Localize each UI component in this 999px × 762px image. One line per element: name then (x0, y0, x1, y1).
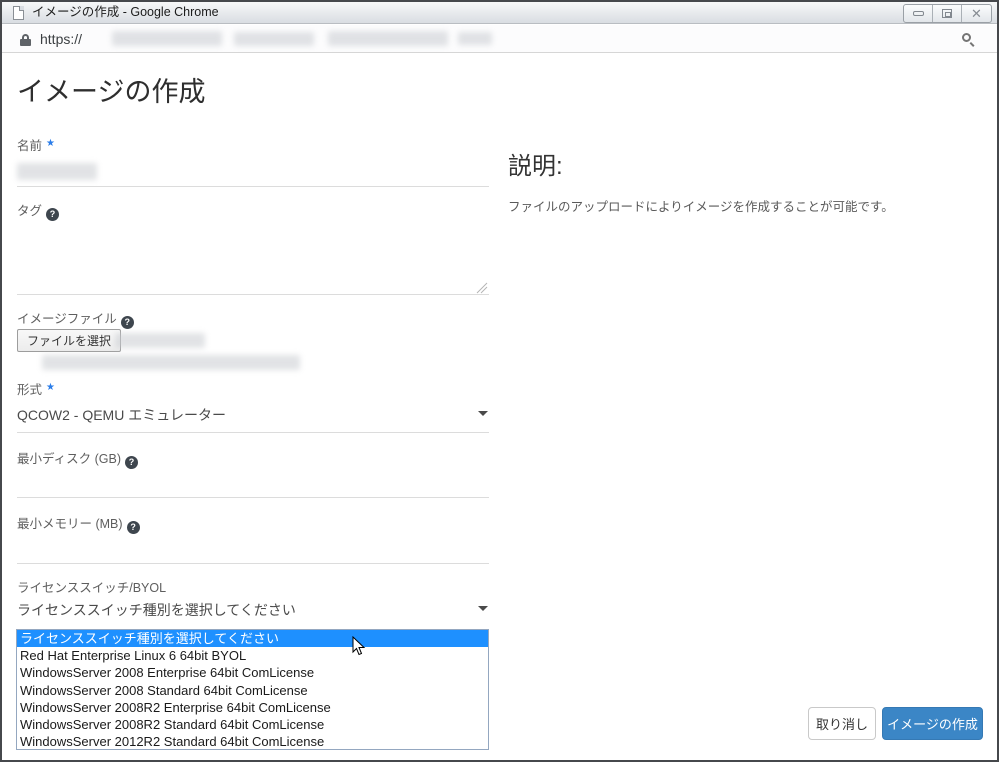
mouse-cursor-icon (352, 636, 366, 656)
chevron-down-icon[interactable] (478, 411, 488, 416)
lock-icon (20, 34, 31, 46)
license-label: ライセンススイッチ/BYOL (17, 581, 167, 595)
min-disk-label: 最小ディスク (GB)? (17, 448, 138, 469)
zoom-icon[interactable] (962, 33, 975, 47)
cancel-button[interactable]: 取り消し (808, 707, 876, 740)
license-select[interactable]: ライセンススイッチ種別を選択してください (17, 600, 296, 620)
url-bar[interactable]: https:// (2, 25, 997, 53)
format-select[interactable]: QCOW2 - QEMU エミュレーター (17, 405, 226, 425)
description-heading: 説明: (508, 153, 563, 180)
help-icon[interactable]: ? (126, 521, 140, 534)
page-content: イメージの作成 名前 ★ タグ? イメージファイル? ファイルを選択 形式 ★ QC… (2, 53, 997, 760)
image-file-label: イメージファイル? (17, 308, 134, 329)
min-ram-label: 最小メモリー (MB)? (17, 513, 140, 534)
maximize-icon (942, 9, 952, 18)
chevron-down-icon[interactable] (478, 606, 488, 611)
textarea-resize-handle-icon[interactable] (476, 282, 488, 294)
window-title: イメージの作成 - Google Chrome (32, 5, 219, 19)
redacted-url-3 (328, 31, 448, 46)
url-protocol: https:// (40, 31, 83, 47)
create-image-button[interactable]: イメージの作成 (882, 707, 983, 740)
dropdown-option[interactable]: WindowsServer 2008 Standard 64bit ComLic… (17, 682, 488, 699)
dropdown-option[interactable]: WindowsServer 2008 Enterprise 64bit ComL… (17, 664, 488, 681)
tags-label: タグ? (17, 200, 60, 221)
redacted-filename (115, 333, 205, 348)
minimize-button[interactable] (904, 5, 933, 22)
minimize-icon (912, 11, 924, 16)
page-title: イメージの作成 (17, 77, 206, 107)
name-input-redacted-value[interactable] (17, 163, 97, 180)
required-star-icon: ★ (46, 382, 55, 393)
redacted-url-2 (234, 32, 314, 46)
required-star-icon: ★ (46, 138, 55, 149)
name-input-underline[interactable] (17, 186, 489, 187)
window-controls: ✕ (903, 4, 992, 23)
tags-textarea-underline[interactable] (17, 294, 489, 295)
browser-popup-window: イメージの作成 - Google Chrome ✕ https:// イメージの… (0, 0, 999, 762)
license-dropdown-list: ライセンススイッチ種別を選択してください Red Hat Enterprise … (16, 629, 489, 750)
dropdown-option[interactable]: WindowsServer 2008R2 Standard 64bit ComL… (17, 716, 488, 733)
window-titlebar: イメージの作成 - Google Chrome ✕ (2, 2, 997, 24)
dropdown-option[interactable]: Red Hat Enterprise Linux 6 64bit BYOL (17, 647, 488, 664)
choose-file-button[interactable]: ファイルを選択 (17, 329, 122, 352)
format-select-underline (17, 432, 489, 433)
page-icon (13, 6, 24, 20)
dropdown-option[interactable]: WindowsServer 2008R2 Enterprise 64bit Co… (17, 699, 488, 716)
help-icon[interactable]: ? (124, 456, 138, 469)
dropdown-option[interactable]: WindowsServer 2012R2 Standard 64bit ComL… (17, 733, 488, 749)
format-label: 形式 ★ (17, 382, 55, 397)
close-button[interactable]: ✕ (962, 5, 991, 22)
help-icon[interactable]: ? (46, 208, 60, 221)
help-icon[interactable]: ? (120, 316, 134, 329)
description-text: ファイルのアップロードによりイメージを作成することが可能です。 (508, 200, 894, 214)
min-disk-input-underline[interactable] (17, 497, 489, 498)
redacted-url-1 (112, 31, 222, 46)
redacted-file-info (42, 355, 300, 370)
dropdown-option[interactable]: ライセンススイッチ種別を選択してください (17, 630, 488, 648)
close-icon: ✕ (971, 6, 982, 21)
maximize-button[interactable] (933, 5, 962, 22)
redacted-url-4 (458, 32, 492, 45)
name-label: 名前 ★ (17, 138, 55, 153)
min-ram-input-underline[interactable] (17, 563, 489, 564)
